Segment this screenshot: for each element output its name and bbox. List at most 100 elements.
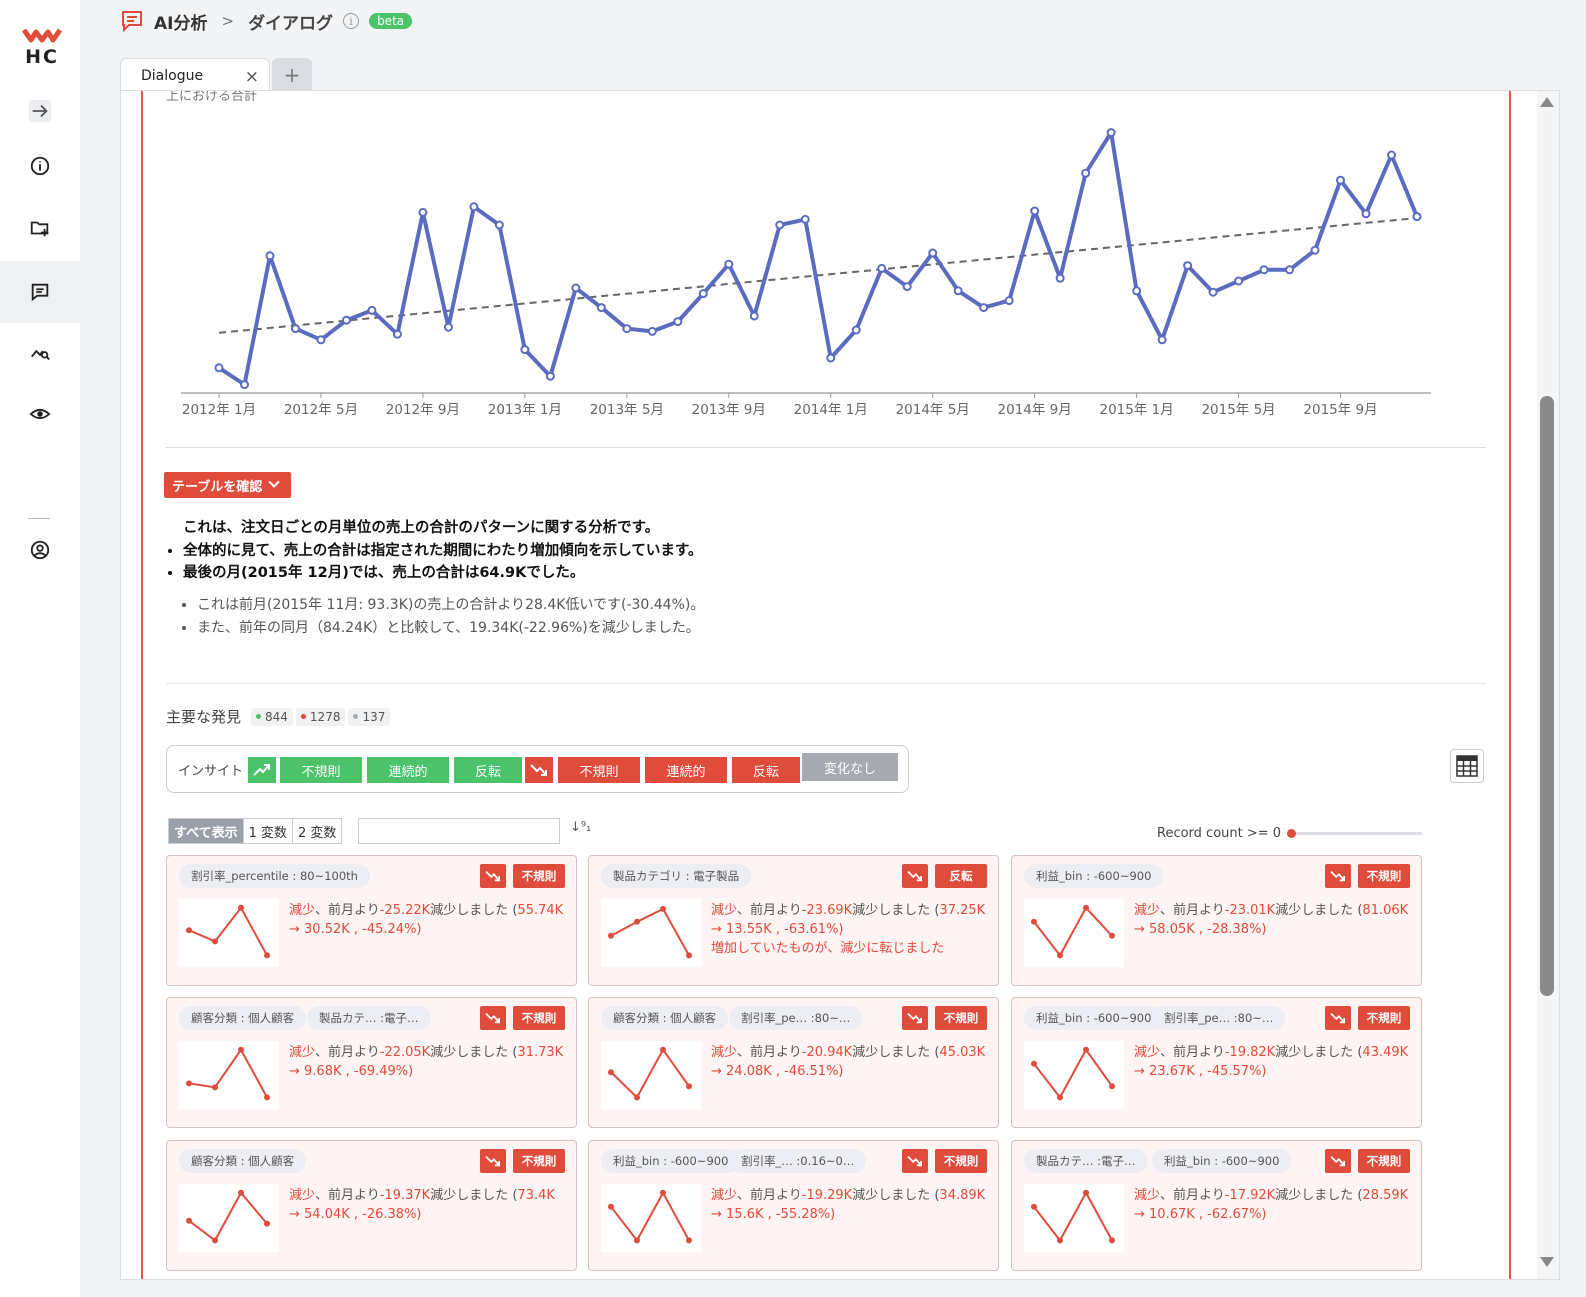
- dimension-chip[interactable]: 製品カテゴリ : 電子製品: [601, 864, 752, 888]
- insight-card[interactable]: 利益_bin : -600~900 不規則 減少、前月より-23.01K減少しました…: [1011, 855, 1422, 986]
- sort-icon[interactable]: ↓⁹₁: [570, 820, 591, 835]
- insight-card[interactable]: 顧客分類 : 個人顧客 製品カテ… :電子… 不規則 減少、前月より-22.05K減少…: [166, 997, 577, 1128]
- trend-down-filter[interactable]: [525, 757, 553, 783]
- insight-card[interactable]: 製品カテゴリ : 電子製品 反転 減少、前月より-23.69K減少しました (37.…: [588, 855, 999, 986]
- dimension-chip[interactable]: 顧客分類 : 個人顧客: [179, 1149, 307, 1173]
- up-reversal-button[interactable]: 反転: [454, 757, 522, 783]
- data-point: [1387, 150, 1397, 160]
- dimension-chip[interactable]: 製品カテ… :電子…: [1024, 1149, 1148, 1173]
- sparkline-point: [212, 938, 218, 945]
- expand-sidebar-button[interactable]: [0, 80, 80, 142]
- direction-word: 減少: [1134, 1045, 1161, 1060]
- dimension-chip[interactable]: 利益_bin : -600~900: [1024, 864, 1164, 888]
- dimension-chip[interactable]: 割引率_pe… :80~…: [1152, 1006, 1286, 1030]
- message-border-left: [141, 91, 143, 1279]
- divider: [166, 447, 1486, 448]
- down-continuous-button[interactable]: 連続的: [645, 757, 727, 783]
- delta-value: -22.05K: [379, 1045, 431, 1060]
- x-tick-label: 2012年 9月: [386, 402, 460, 418]
- dimension-chip[interactable]: 製品カテ… :電子…: [307, 1006, 431, 1030]
- data-point: [1055, 273, 1065, 283]
- x-tick-label: 2013年 5月: [590, 402, 664, 418]
- data-point: [1361, 209, 1371, 219]
- sparkline: [601, 899, 701, 967]
- dimension-chip[interactable]: 利益_bin : -600~900: [1024, 1006, 1164, 1030]
- info-button[interactable]: [0, 135, 80, 197]
- dimension-chip[interactable]: 顧客分類 : 個人顧客: [179, 1006, 307, 1030]
- data-point: [673, 317, 683, 327]
- show-all-option[interactable]: すべて表示: [169, 819, 244, 843]
- count-value: 1278: [309, 709, 341, 724]
- trend-down-icon: [480, 1149, 506, 1173]
- data-point: [724, 259, 734, 269]
- data-point: [392, 329, 402, 339]
- insight-card[interactable]: 割引率_percentile : 80~100th 不規則 減少、前月より-25.2…: [166, 855, 577, 986]
- dialogue-nav-button[interactable]: [0, 261, 80, 323]
- insight-card[interactable]: 顧客分類 : 個人顧客 不規則 減少、前月より-19.37K減少しました (73.4…: [166, 1140, 577, 1271]
- data-point: [1183, 261, 1193, 271]
- search-input[interactable]: [358, 818, 560, 844]
- data-point: [341, 315, 351, 325]
- chart-analysis-button[interactable]: [0, 322, 80, 384]
- dimension-chip[interactable]: 割引率_… :0.16~0…: [729, 1149, 867, 1173]
- slider-handle[interactable]: [1287, 829, 1296, 838]
- tab-dialogue[interactable]: Dialogue ×: [120, 58, 270, 92]
- info-icon[interactable]: i: [343, 13, 360, 29]
- view-button[interactable]: [0, 383, 80, 445]
- pattern-badge: 不規則: [935, 1006, 987, 1030]
- dimension-chip[interactable]: 割引率_percentile : 80~100th: [179, 864, 370, 888]
- account-button[interactable]: [0, 519, 80, 581]
- data-point: [239, 380, 249, 390]
- scroll-up-icon[interactable]: [1540, 97, 1554, 107]
- no-change-button[interactable]: 変化なし: [802, 753, 898, 781]
- insight-card[interactable]: 顧客分類 : 個人顧客 割引率_pe… :80~… 不規則 減少、前月より-20.94…: [588, 997, 999, 1128]
- dimension-chip[interactable]: 割引率_pe… :80~…: [729, 1006, 863, 1030]
- insight-card[interactable]: 製品カテ… :電子… 利益_bin : -600~900 不規則 減少、前月より-17…: [1011, 1140, 1422, 1271]
- down-irregular-button[interactable]: 不規則: [558, 757, 640, 783]
- app-logo[interactable]: HC: [21, 26, 63, 74]
- insight-text: 減少、前月より-19.29K減少しました (34.89K → 15.6K , -5…: [711, 1186, 993, 1224]
- dimension-chip[interactable]: 顧客分類 : 個人顧客: [601, 1006, 729, 1030]
- one-variable-option[interactable]: 1 変数: [244, 819, 293, 843]
- up-continuous-button[interactable]: 連続的: [367, 757, 449, 783]
- heart-logo-icon: [21, 28, 63, 43]
- divider: [166, 683, 1486, 684]
- new-folder-button[interactable]: [0, 197, 80, 259]
- sparkline-path: [188, 1047, 268, 1098]
- two-variable-option[interactable]: 2 変数: [293, 819, 341, 843]
- dimension-chip[interactable]: 利益_bin : -600~900: [601, 1149, 741, 1173]
- data-point: [1106, 128, 1116, 138]
- trend-down-icon: [480, 864, 506, 888]
- sparkline-path: [1033, 906, 1113, 958]
- close-icon[interactable]: ×: [245, 67, 259, 87]
- insight-card[interactable]: 利益_bin : -600~900 割引率_pe… :80~… 不規則 減少、前月より…: [1011, 997, 1422, 1128]
- sparkline-path: [1033, 1190, 1113, 1243]
- data-point: [469, 202, 479, 212]
- up-irregular-button[interactable]: 不規則: [280, 757, 362, 783]
- sparkline-point: [186, 927, 192, 934]
- record-count-slider[interactable]: [1291, 832, 1422, 835]
- page-title[interactable]: AI分析: [154, 9, 207, 34]
- trend-down-icon: [480, 1006, 506, 1030]
- text-part: 減少しました (: [1275, 1045, 1363, 1060]
- direction-word: 減少: [289, 1188, 316, 1203]
- text-part: 、前月より: [315, 903, 380, 918]
- dimension-chip[interactable]: 利益_bin : -600~900: [1152, 1149, 1292, 1173]
- direction-word: 減少: [711, 903, 738, 918]
- scroll-down-icon[interactable]: [1540, 1257, 1554, 1267]
- record-count-label: Record count >= 0: [1157, 826, 1282, 841]
- down-reversal-button[interactable]: 反転: [732, 757, 800, 783]
- sparkline: [601, 1041, 701, 1109]
- add-tab-button[interactable]: +: [272, 58, 312, 92]
- scrollbar-thumb[interactable]: [1540, 396, 1554, 996]
- table-view-button[interactable]: [1450, 749, 1484, 783]
- arrow-right-icon: [29, 100, 51, 122]
- data-point: [622, 324, 632, 334]
- from-value: 37.25K: [939, 903, 986, 918]
- text-part: 、前月より: [1160, 903, 1225, 918]
- view-table-button[interactable]: テーブルを確認: [164, 472, 291, 498]
- sparkline-point: [264, 1220, 270, 1227]
- trend-up-filter[interactable]: [248, 757, 276, 783]
- insight-card[interactable]: 利益_bin : -600~900 割引率_… :0.16~0… 不規則 減少、前月よ…: [588, 1140, 999, 1271]
- from-value: 28.59K: [1362, 1188, 1409, 1203]
